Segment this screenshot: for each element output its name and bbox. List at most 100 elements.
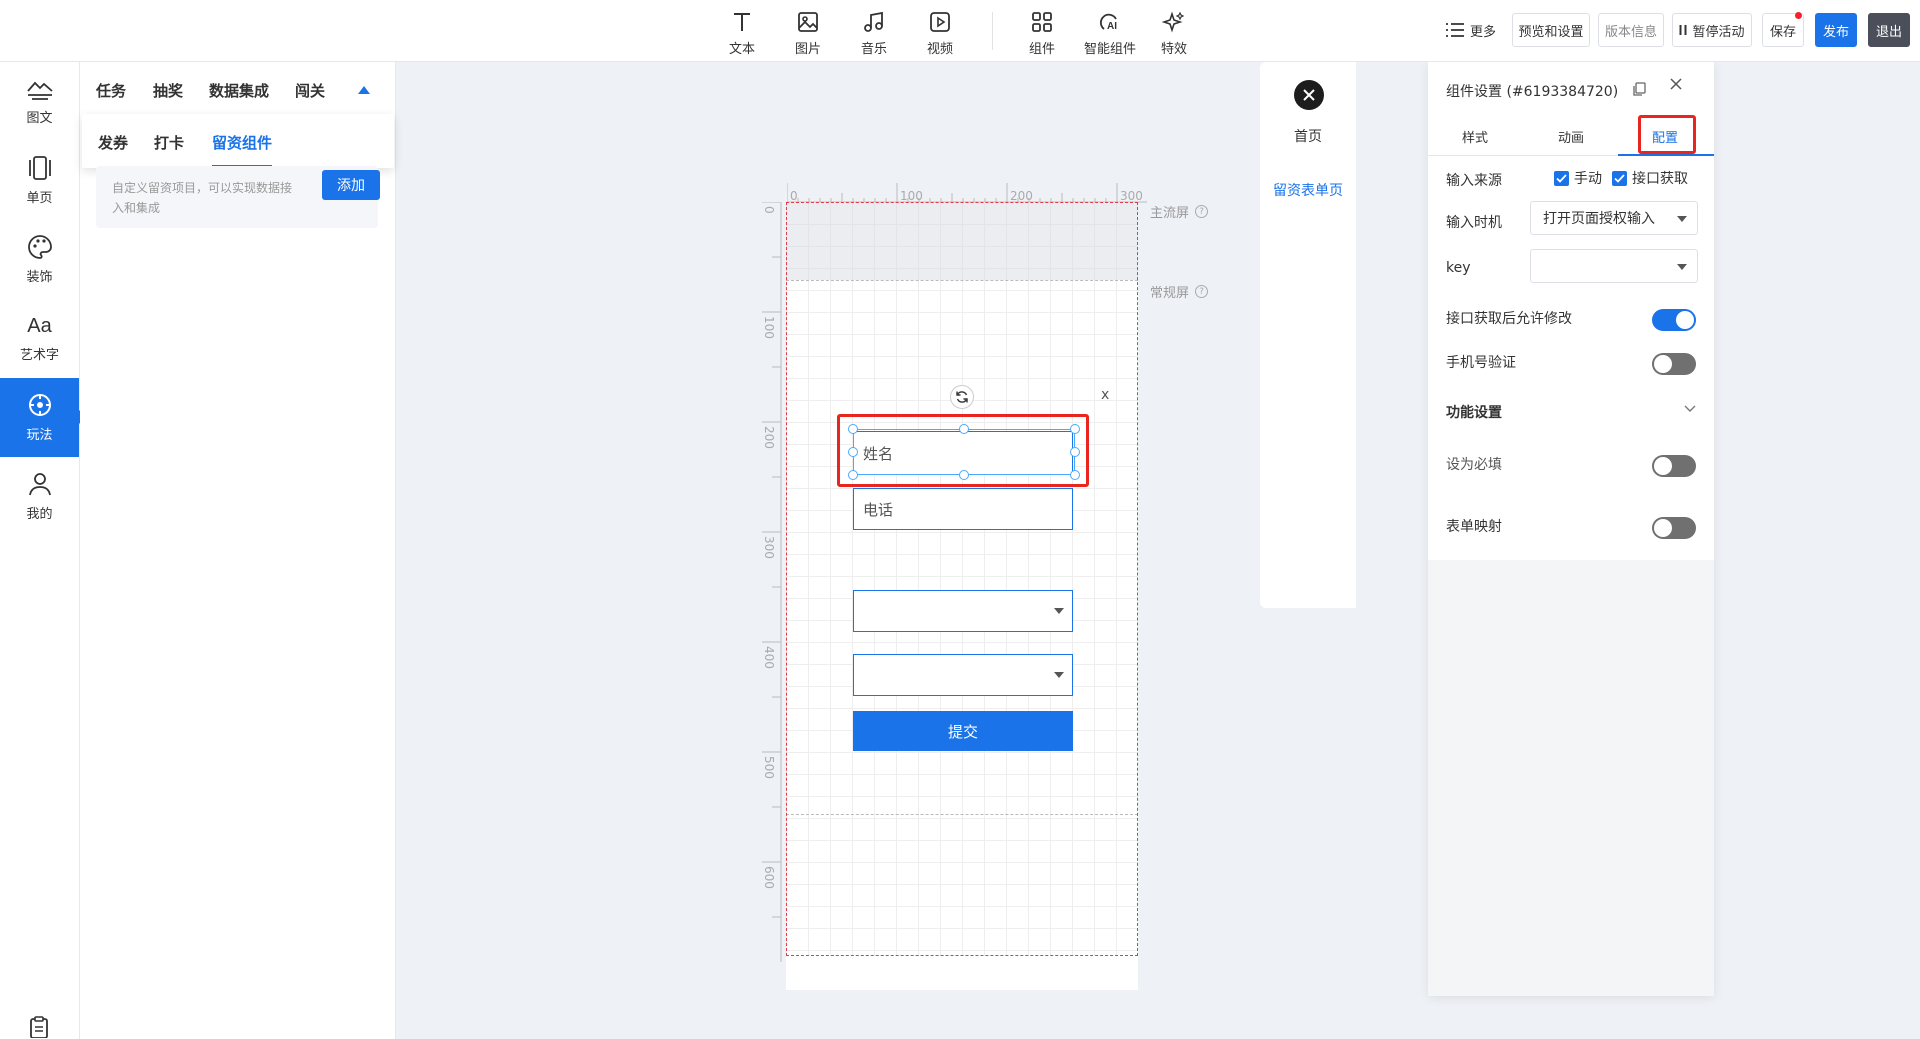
tool-image[interactable]: 图片 — [780, 8, 836, 57]
user-icon — [27, 471, 53, 497]
api-checkbox[interactable]: 接口获取 — [1612, 168, 1688, 188]
lead-component-card: 自定义留资项目，可以实现数据接入和集成 添加 — [96, 166, 380, 228]
caret-down-icon — [1054, 608, 1064, 614]
input-timing-select[interactable]: 打开页面授权输入 — [1530, 201, 1698, 235]
menu-icon — [1445, 23, 1464, 37]
ruler-tick-label: 0 — [762, 206, 776, 214]
nav-item-mine[interactable]: 我的 — [0, 457, 79, 536]
collapse-up-icon[interactable] — [358, 86, 370, 94]
tab-lottery[interactable]: 抽奖 — [153, 80, 183, 101]
dropdown-field-2[interactable] — [853, 654, 1073, 696]
check-icon — [1612, 170, 1627, 186]
highlight-annotation — [1638, 115, 1696, 154]
nav-item-single-page[interactable]: 单页 — [0, 141, 79, 220]
tab-animation[interactable]: 动画 — [1558, 127, 1584, 146]
tool-text[interactable]: 文本 — [714, 8, 770, 57]
nav-item-decoration[interactable]: 装饰 — [0, 220, 79, 299]
ruler-tick-label: 300 — [1120, 189, 1143, 203]
help-icon[interactable]: ? — [1195, 205, 1209, 218]
close-page-panel-button[interactable] — [1294, 80, 1324, 110]
tool-label: 智能组件 — [1083, 42, 1136, 57]
key-select[interactable] — [1530, 249, 1698, 283]
page-item-leads-form[interactable]: 留资表单页 — [1260, 180, 1356, 200]
copy-icon[interactable] — [1632, 82, 1646, 96]
publish-button[interactable]: 发布 — [1815, 13, 1857, 47]
input-timing-label: 输入时机 — [1446, 215, 1502, 231]
nav-label: 我的 — [26, 507, 53, 522]
dropdown-field-1[interactable] — [853, 590, 1073, 632]
form-mapping-label: 表单映射 — [1446, 519, 1502, 535]
help-icon[interactable]: ? — [1195, 285, 1209, 298]
tool-music[interactable]: 音乐 — [846, 8, 902, 57]
caret-down-icon — [1677, 216, 1687, 222]
tab-data-integration[interactable]: 数据集成 — [209, 80, 269, 101]
nav-label: 单页 — [26, 191, 53, 206]
toggle-knob — [1676, 311, 1694, 329]
nav-item-gameplay[interactable]: 玩法 — [0, 378, 86, 457]
function-settings-section[interactable]: 功能设置 — [1446, 402, 1502, 422]
tool-label: 视频 — [926, 42, 953, 57]
save-button[interactable]: 保存 — [1762, 12, 1804, 47]
ruler-tick-label: 100 — [762, 316, 776, 339]
tool-components[interactable]: 组件 — [1014, 8, 1070, 57]
component-panel: 任务 抽奖 数据集成 闯关 发券 打卡 留资组件 自定义留资项目，可以实现数据接… — [80, 62, 396, 1039]
highlight-annotation — [837, 414, 1089, 487]
text-icon — [714, 8, 770, 36]
submit-button[interactable]: 提交 — [853, 711, 1073, 751]
close-settings-icon[interactable] — [1670, 78, 1682, 90]
tool-ai-components[interactable]: AI 智能组件 — [1080, 8, 1140, 57]
tool-label: 特效 — [1160, 42, 1187, 57]
pause-activity-button[interactable]: 暂停活动 — [1672, 13, 1752, 47]
version-info-button[interactable]: 版本信息 — [1598, 13, 1664, 47]
add-button[interactable]: 添加 — [322, 170, 380, 200]
form-mapping-toggle[interactable] — [1652, 517, 1696, 539]
phone-field[interactable]: 电话 — [853, 488, 1073, 530]
exit-button[interactable]: 退出 — [1868, 13, 1910, 47]
tool-label: 音乐 — [860, 42, 887, 57]
phone-verify-toggle[interactable] — [1652, 353, 1696, 375]
page-boundary — [786, 202, 1138, 956]
tool-label: 图片 — [794, 42, 821, 57]
preview-settings-button[interactable]: 预览和设置 — [1512, 13, 1590, 47]
video-icon — [912, 8, 968, 36]
regular-screen-label: 常规屏 ? — [1150, 282, 1209, 301]
component-category-tabs: 任务 抽奖 数据集成 闯关 — [80, 62, 396, 114]
tool-effects[interactable]: 特效 — [1146, 8, 1202, 57]
more-label: 更多 — [1469, 24, 1496, 40]
chevron-down-icon[interactable] — [1684, 405, 1696, 413]
refresh-icon — [955, 390, 969, 404]
ai-icon: AI — [1080, 8, 1140, 36]
tab-checkin[interactable]: 打卡 — [154, 132, 184, 153]
page-item-home[interactable]: 首页 — [1260, 126, 1356, 146]
nav-item-art-text[interactable]: Aa 艺术字 — [0, 299, 79, 378]
ruler-tick-label: 400 — [762, 646, 776, 669]
image-icon — [780, 8, 836, 36]
clipboard-icon[interactable] — [27, 1016, 51, 1038]
allow-edit-toggle[interactable] — [1652, 309, 1696, 331]
components-icon — [1014, 8, 1070, 36]
tab-coupon[interactable]: 发券 — [98, 132, 128, 153]
tab-task[interactable]: 任务 — [96, 80, 126, 101]
ruler-tick-label: 0 — [790, 189, 798, 203]
delete-component-icon[interactable]: x — [1101, 387, 1109, 403]
tab-level[interactable]: 闯关 — [295, 80, 325, 101]
phone-verify-label: 手机号验证 — [1446, 355, 1516, 371]
top-toolbar: 文本 图片 音乐 视频 组件 AI 智能组件 特效 更多 预览和设置 版本信息 … — [0, 0, 1920, 62]
tab-style[interactable]: 样式 — [1462, 127, 1488, 146]
required-toggle[interactable] — [1652, 455, 1696, 477]
caret-down-icon — [1677, 264, 1687, 270]
input-source-label: 输入来源 — [1446, 173, 1502, 189]
rotate-handle[interactable] — [950, 385, 974, 409]
nav-label: 艺术字 — [19, 347, 59, 363]
more-button[interactable]: 更多 — [1442, 13, 1500, 47]
first-screen-label: 主流屏 ? — [1150, 202, 1209, 221]
art-text-icon: Aa — [27, 314, 52, 337]
required-label: 设为必填 — [1446, 457, 1502, 473]
component-settings-panel: 组件设置 (#6193384720) 样式 动画 配置 输入来源 手动 接口获取… — [1428, 62, 1714, 996]
tab-lead-component[interactable]: 留资组件 — [212, 132, 273, 167]
tool-video[interactable]: 视频 — [912, 8, 968, 57]
nav-item-graphic-text[interactable]: 图文 — [0, 62, 79, 141]
tool-label: 组件 — [1028, 42, 1055, 57]
tool-label: 文本 — [728, 42, 755, 57]
manual-checkbox[interactable]: 手动 — [1554, 168, 1602, 188]
